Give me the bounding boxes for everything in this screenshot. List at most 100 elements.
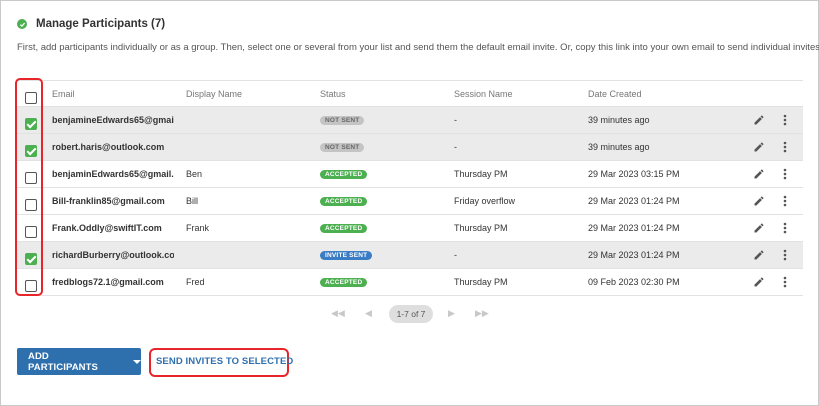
email-cell: fredblogs72.1@gmail.com [52,277,164,287]
status-badge: ACCEPTED [320,224,368,234]
display-name-cell: Bill [186,196,199,206]
status-cell: ACCEPTED [320,215,440,241]
more-options-icon[interactable] [779,242,791,268]
instructions-text: First, add participants individually or … [17,42,819,53]
date-created-cell: 29 Mar 2023 03:15 PM [588,169,680,179]
row-checkbox[interactable] [25,226,37,239]
session-name-cell: Thursday PM [454,277,508,287]
display-name-cell [186,134,296,160]
dropdown-caret-icon [133,359,141,364]
status-cell: NOT SENT [320,134,440,160]
email-cell: benjaminEdwards65@gmail.cc [52,169,174,179]
participants-table: Email Display Name Status Session Name D… [17,80,803,296]
date-created-cell: 39 minutes ago [588,142,650,152]
status-cell: NOT SENT [320,107,440,133]
column-header-date-created[interactable]: Date Created [588,81,738,107]
table-row[interactable]: benjamineEdwards65@gmail.c NOT SENT - 39 mi… [17,107,803,134]
row-checkbox[interactable] [25,280,37,293]
row-checkbox-cell [25,215,39,241]
more-options-icon[interactable] [779,188,791,214]
email-cell: benjamineEdwards65@gmail.c [52,115,174,125]
row-checkbox[interactable] [25,145,37,158]
email-cell: Bill-franklin85@gmail.com [52,196,165,206]
next-page-icon[interactable]: ▶ [448,308,455,319]
send-invites-button[interactable]: SEND INVITES TO SELECTED [156,356,293,367]
row-checkbox-cell [25,161,39,187]
row-checkbox-cell [25,269,39,295]
column-header-display-name[interactable]: Display Name [186,81,296,107]
session-name-cell: Thursday PM [454,223,508,233]
edit-icon[interactable] [751,269,767,295]
status-badge: ACCEPTED [320,170,368,180]
date-created-cell: 29 Mar 2023 01:24 PM [588,196,680,206]
panel-header: Manage Participants (7) [17,16,165,32]
panel: Manage Participants (7) First, add parti… [0,0,819,406]
table-row[interactable]: richardBurberry@outlook.com INVITE SENT - 2… [17,242,803,269]
row-checkbox-cell [25,188,39,214]
table-row[interactable]: robert.haris@outlook.com NOT SENT - 39 minu… [17,134,803,161]
session-name-cell: - [454,250,457,260]
status-badge: NOT SENT [320,143,365,153]
edit-icon[interactable] [751,107,767,133]
table-row[interactable]: Frank.Oddly@swiftIT.com Frank ACCEPTED Thur… [17,215,803,242]
prev-page-icon[interactable]: ◀ [365,308,372,319]
column-header-status[interactable]: Status [320,81,440,107]
edit-icon[interactable] [751,215,767,241]
row-checkbox[interactable] [25,199,37,212]
row-checkbox-cell [25,242,39,268]
column-header-email[interactable]: Email [52,81,174,107]
select-all-checkbox[interactable] [25,92,37,105]
status-badge: ACCEPTED [320,278,368,288]
first-page-icon[interactable]: ◀◀ [331,308,345,319]
row-checkbox-cell [25,107,39,133]
edit-icon[interactable] [751,188,767,214]
more-options-icon[interactable] [779,107,791,133]
date-created-cell: 29 Mar 2023 01:24 PM [588,223,680,233]
display-name-cell [186,107,296,133]
display-name-cell: Fred [186,277,205,287]
row-checkbox-cell [25,134,39,160]
email-cell: Frank.Oddly@swiftIT.com [52,223,162,233]
session-name-cell: Thursday PM [454,169,508,179]
column-header-session-name[interactable]: Session Name [454,81,574,107]
row-checkbox[interactable] [25,118,37,131]
last-page-icon[interactable]: ▶▶ [475,308,489,319]
status-cell: ACCEPTED [320,269,440,295]
table-row[interactable]: Bill-franklin85@gmail.com Bill ACCEPTED Fri… [17,188,803,215]
display-name-cell [186,242,296,268]
add-participants-button[interactable]: ADD PARTICIPANTS [17,348,141,375]
select-all-cell [25,81,39,107]
date-created-cell: 29 Mar 2023 01:24 PM [588,250,680,260]
status-cell: ACCEPTED [320,188,440,214]
row-checkbox[interactable] [25,253,37,266]
status-badge: INVITE SENT [320,251,373,261]
date-created-cell: 39 minutes ago [588,115,650,125]
email-cell: robert.haris@outlook.com [52,142,165,152]
edit-icon[interactable] [751,161,767,187]
status-badge: ACCEPTED [320,197,368,207]
table-header-row: Email Display Name Status Session Name D… [17,80,803,107]
email-cell: richardBurberry@outlook.com [52,250,174,260]
page-indicator: 1-7 of 7 [389,305,433,323]
more-options-icon[interactable] [779,161,791,187]
success-check-icon [17,19,27,29]
more-options-icon[interactable] [779,134,791,160]
session-name-cell: Friday overflow [454,196,516,206]
status-cell: ACCEPTED [320,161,440,187]
more-options-icon[interactable] [779,269,791,295]
session-name-cell: - [454,142,457,152]
table-row[interactable]: fredblogs72.1@gmail.com Fred ACCEPTED Thurs… [17,269,803,296]
display-name-cell: Ben [186,169,203,179]
session-name-cell: - [454,115,457,125]
edit-icon[interactable] [751,242,767,268]
date-created-cell: 09 Feb 2023 02:30 PM [588,277,680,287]
row-checkbox[interactable] [25,172,37,185]
add-participants-label: ADD PARTICIPANTS [28,350,98,373]
edit-icon[interactable] [751,134,767,160]
status-cell: INVITE SENT [320,242,440,268]
more-options-icon[interactable] [779,215,791,241]
table-row[interactable]: benjaminEdwards65@gmail.cc Ben ACCEPTED Thu… [17,161,803,188]
pagination: ◀◀ ◀ 1-7 of 7 ▶ ▶▶ [1,304,819,324]
table-body: benjamineEdwards65@gmail.c NOT SENT - 39 mi… [17,107,803,296]
display-name-cell: Frank [186,223,210,233]
